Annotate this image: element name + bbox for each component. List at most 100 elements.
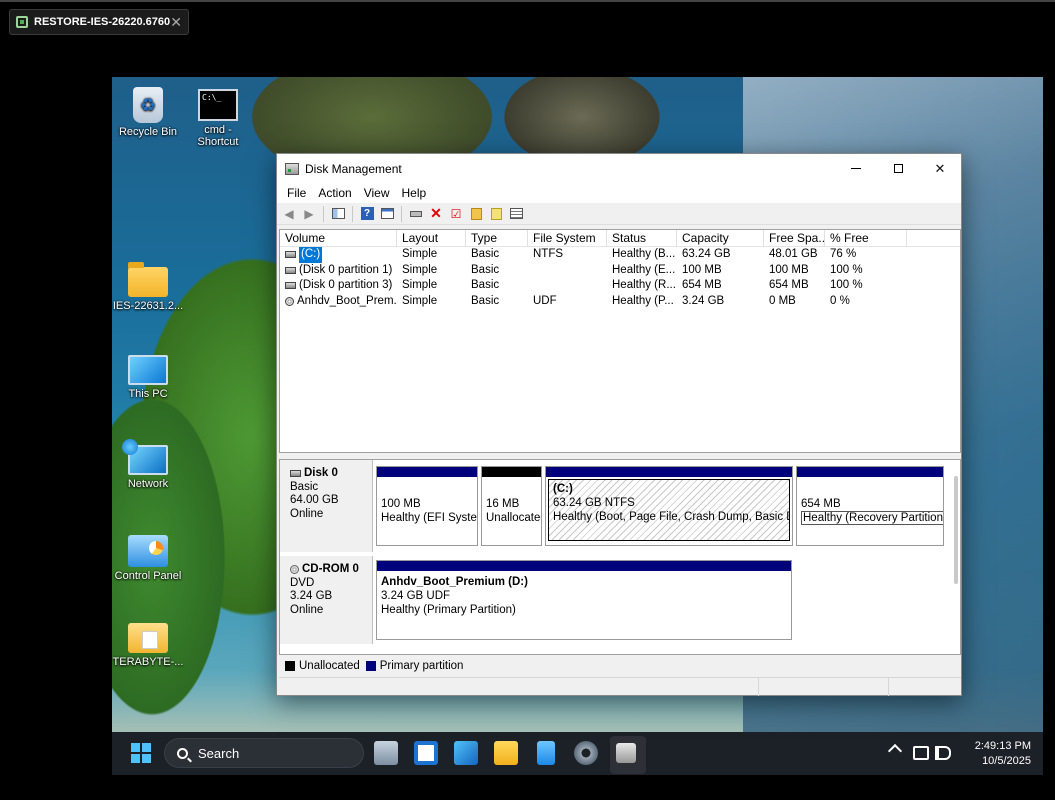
partition-status: Healthy (Recovery Partition) xyxy=(801,511,943,525)
show-hide-console-tree-icon[interactable] xyxy=(330,206,346,222)
back-arrow-icon[interactable]: ◀ xyxy=(281,206,297,222)
network-status-icon[interactable] xyxy=(913,746,929,760)
table-row[interactable]: Anhdv_Boot_Prem... Simple Basic UDF Heal… xyxy=(280,294,960,310)
partition-size: 654 MB xyxy=(801,498,841,510)
help-icon[interactable]: ? xyxy=(359,206,375,222)
partition-c[interactable]: (C:) 63.24 GB NTFS Healthy (Boot, Page F… xyxy=(545,466,793,546)
clock-date: 10/5/2025 xyxy=(982,755,1031,767)
forward-arrow-icon[interactable]: ▶ xyxy=(301,206,317,222)
cell-status: Healthy (E... xyxy=(612,263,676,276)
cell-percent-free: 100 % xyxy=(830,263,863,276)
volume-icon xyxy=(285,251,296,259)
maximize-icon xyxy=(893,164,903,173)
taskbar-search[interactable]: Search xyxy=(164,738,364,768)
taskbar-app-installer-icon[interactable] xyxy=(374,741,398,765)
taskbar-disk-management-icon[interactable] xyxy=(610,736,646,774)
disk-kind: DVD xyxy=(290,576,315,589)
cell-layout: Simple xyxy=(402,294,438,307)
partition-status: Healthy (Primary Partition) xyxy=(381,604,516,616)
start-button[interactable] xyxy=(131,743,151,763)
menu-action[interactable]: Action xyxy=(312,186,357,200)
folder-up-icon[interactable] xyxy=(468,206,484,222)
checklist-icon[interactable]: ☑ xyxy=(448,206,464,222)
cell-percent-free: 100 % xyxy=(830,279,863,291)
search-icon xyxy=(177,747,188,759)
menu-help[interactable]: Help xyxy=(396,186,433,200)
column-header-capacity[interactable]: Capacity xyxy=(677,230,764,247)
connect-virtual-disk-icon[interactable] xyxy=(408,206,424,222)
taskbar-settings-icon[interactable] xyxy=(574,741,598,765)
cell-capacity: 654 MB xyxy=(682,279,722,291)
column-header-percent-free[interactable]: % Free xyxy=(825,230,907,247)
taskbar-file-explorer-icon[interactable] xyxy=(494,741,518,765)
cell-file-system: NTFS xyxy=(533,248,564,260)
disk-icon xyxy=(290,470,301,478)
taskbar-clock[interactable]: 2:49:13 PM 10/5/2025 xyxy=(961,739,1031,769)
desktop-icon-network[interactable]: Network xyxy=(112,439,184,490)
viewer-tab-title: RESTORE-IES-26220.6760 xyxy=(34,16,171,28)
search-folder-icon[interactable] xyxy=(488,206,504,222)
graph-scrollbar[interactable] xyxy=(954,476,958,584)
volume-icon[interactable] xyxy=(935,746,951,760)
cell-type: Basic xyxy=(471,294,500,307)
cell-layout: Simple xyxy=(402,248,438,260)
search-label: Search xyxy=(198,745,240,761)
column-header-layout[interactable]: Layout xyxy=(397,230,466,247)
desktop-icon-label: Network xyxy=(127,478,169,490)
table-row[interactable]: (Disk 0 partition 1) Simple Basic Health… xyxy=(280,263,960,279)
table-row[interactable]: (C:) Simple Basic NTFS Healthy (B... 63.… xyxy=(280,247,960,263)
viewer-tab-bar: RESTORE-IES-26220.6760 ✕ xyxy=(0,0,1055,40)
partition-cdrom[interactable]: Anhdv_Boot_Premium (D:) 3.24 GB UDF Heal… xyxy=(376,560,792,640)
list-view-icon[interactable] xyxy=(508,206,524,222)
partition-size: 3.24 GB UDF xyxy=(381,590,451,602)
delete-icon[interactable]: ✕ xyxy=(428,205,444,222)
desktop-icon-this-pc[interactable]: This PC xyxy=(112,355,184,400)
cell-capacity: 63.24 GB xyxy=(682,248,731,260)
disk-label[interactable]: Disk 0 Basic 64.00 GB Online xyxy=(280,460,373,552)
desktop-icon-ies-folder[interactable]: IES-22631.2... xyxy=(112,262,184,312)
show-hidden-icons-chevron-icon[interactable] xyxy=(887,743,903,759)
column-header-free-space[interactable]: Free Spa... xyxy=(764,230,825,247)
disk-label[interactable]: CD-ROM 0 DVD 3.24 GB Online xyxy=(280,556,373,644)
toolbar: ◀ ▶ ? ✕ ☑ xyxy=(277,203,961,225)
volume-name: (Disk 0 partition 3) xyxy=(299,279,393,291)
desktop-icon-control-panel[interactable]: Control Panel xyxy=(112,535,184,582)
network-icon xyxy=(122,439,168,475)
status-bar xyxy=(279,677,961,696)
viewer-tab[interactable]: RESTORE-IES-26220.6760 ✕ xyxy=(9,9,189,35)
taskbar-task-view-icon[interactable] xyxy=(414,741,438,765)
volume-list: Volume Layout Type File System Status Ca… xyxy=(279,229,961,453)
table-row[interactable]: (Disk 0 partition 3) Simple Basic Health… xyxy=(280,278,960,294)
cell-percent-free: 0 % xyxy=(830,294,850,307)
unallocated-bar xyxy=(482,467,541,477)
column-header-file-system[interactable]: File System xyxy=(528,230,607,247)
disk-row-disk-0: Disk 0 Basic 64.00 GB Online 100 MB Heal… xyxy=(280,460,954,552)
partition-recovery[interactable]: 654 MB Healthy (Recovery Partition) xyxy=(796,466,944,546)
window-titlebar[interactable]: Disk Management ✕ xyxy=(277,154,961,183)
partition-efi[interactable]: 100 MB Healthy (EFI System Partition) xyxy=(376,466,478,546)
desktop-icon-recycle-bin[interactable]: Recycle Bin xyxy=(112,87,184,138)
desktop-icon-terabyte-folder[interactable]: TERABYTE-... xyxy=(112,623,184,668)
column-header-type[interactable]: Type xyxy=(466,230,528,247)
minimize-button[interactable] xyxy=(835,154,877,183)
disk-name: Disk 0 xyxy=(304,467,338,479)
column-header-status[interactable]: Status xyxy=(607,230,677,247)
menu-file[interactable]: File xyxy=(281,186,312,200)
taskbar-photos-icon[interactable] xyxy=(454,741,478,765)
close-tab-icon[interactable]: ✕ xyxy=(170,14,182,31)
taskbar-notepad-icon[interactable] xyxy=(537,741,555,765)
partition-unallocated[interactable]: 16 MB Unallocated xyxy=(481,466,542,546)
cell-status: Healthy (B... xyxy=(612,248,676,260)
primary-partition-bar xyxy=(546,467,792,477)
desktop-icon-cmd[interactable]: C:\_ cmd - Shortcut xyxy=(182,89,254,148)
disk-size: 64.00 GB xyxy=(290,494,339,506)
maximize-button[interactable] xyxy=(877,154,919,183)
disk-name: CD-ROM 0 xyxy=(302,563,359,575)
menu-view[interactable]: View xyxy=(358,186,396,200)
desktop-icon-label: TERABYTE-... xyxy=(112,656,184,668)
close-button[interactable]: ✕ xyxy=(919,154,961,183)
partition-size: 100 MB xyxy=(381,498,421,510)
column-header-volume[interactable]: Volume xyxy=(280,230,397,247)
volume-name: (C:) xyxy=(299,247,323,263)
properties-icon[interactable] xyxy=(379,206,395,222)
